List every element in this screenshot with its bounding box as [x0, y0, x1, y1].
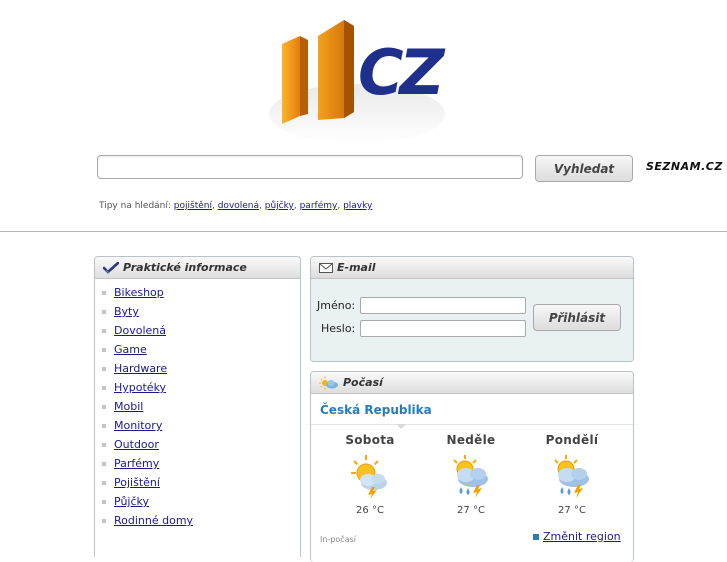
name-label: Jméno:	[317, 299, 356, 312]
weather-icon	[319, 376, 338, 390]
list-item: Bikeshop	[95, 283, 300, 302]
info-panel: Praktické informace Bikeshop Byty Dovole…	[94, 256, 301, 557]
list-item: Rodinné domy	[95, 511, 300, 530]
info-panel-header: Praktické informace	[95, 257, 300, 279]
seznam-logo[interactable]: SEZNAM.CZ	[646, 160, 727, 180]
info-panel-title: Praktické informace	[123, 261, 247, 274]
forecast-day: Pondělí 27 °C	[522, 433, 622, 516]
square-bullet-icon	[533, 534, 539, 540]
password-label: Heslo:	[321, 322, 356, 335]
info-link-dovolena[interactable]: Dovolená	[114, 324, 166, 337]
list-item: Dovolená	[95, 321, 300, 340]
email-panel-title: E-mail	[337, 261, 376, 274]
day-temp: 27 °C	[558, 505, 586, 516]
sun-cloud-storm-icon	[351, 455, 387, 499]
name-field[interactable]	[360, 297, 526, 314]
search-tips-label: Tipy na hledání:	[99, 201, 171, 211]
list-item: Game	[95, 340, 300, 359]
change-region: Změnit region	[533, 530, 621, 543]
tip-link[interactable]: pojištění	[174, 201, 212, 211]
list-item: Mobil	[95, 397, 300, 416]
weather-panel-header: Počasí	[311, 372, 633, 394]
day-temp: 27 °C	[457, 505, 485, 516]
day-temp: 26 °C	[356, 505, 384, 516]
info-list: Bikeshop Byty Dovolená Game Hardware Hyp…	[95, 279, 300, 530]
list-item: Hypotéky	[95, 378, 300, 397]
sun-cloud-rain-storm-icon	[453, 455, 488, 498]
info-link-parfemy[interactable]: Parfémy	[114, 457, 159, 470]
info-link-bikeshop[interactable]: Bikeshop	[114, 286, 164, 299]
search-input[interactable]	[97, 155, 523, 179]
email-panel: E-mail Jméno: Heslo: Přihlásit	[310, 256, 634, 362]
tip-link[interactable]: parfémy	[300, 201, 338, 211]
info-link-monitory[interactable]: Monitory	[114, 419, 162, 432]
email-panel-header: E-mail	[311, 257, 633, 279]
list-item: Hardware	[95, 359, 300, 378]
list-item: Outdoor	[95, 435, 300, 454]
change-region-link[interactable]: Změnit region	[543, 530, 621, 543]
site-logo[interactable]: CZ	[262, 14, 462, 144]
info-link-outdoor[interactable]: Outdoor	[114, 438, 159, 451]
svg-text:CZ: CZ	[358, 36, 446, 109]
list-item: Pojištění	[95, 473, 300, 492]
day-name: Neděle	[446, 433, 496, 447]
forecast-day: Sobota 26 °C	[320, 433, 420, 516]
weather-region: Česká Republika	[320, 403, 432, 417]
weather-source[interactable]: In-počasí	[320, 535, 356, 544]
divider	[0, 231, 727, 232]
search-button[interactable]: Vyhledat	[535, 155, 633, 182]
info-link-pujcky[interactable]: Půjčky	[114, 495, 149, 508]
info-link-pojisteni[interactable]: Pojištění	[114, 476, 160, 489]
info-link-game[interactable]: Game	[114, 343, 147, 356]
tip-link[interactable]: dovolená	[218, 201, 259, 211]
info-link-hardware[interactable]: Hardware	[114, 362, 167, 375]
region-tab-arrow	[396, 424, 406, 429]
info-link-rodinne-domy[interactable]: Rodinné domy	[114, 514, 193, 527]
sun-cloud-rain-storm-icon	[554, 455, 589, 498]
weather-panel-title: Počasí	[343, 376, 383, 389]
search-tips: Tipy na hledání: pojištění, dovolená, pů…	[99, 201, 373, 211]
weather-divider	[311, 424, 633, 425]
day-name: Pondělí	[545, 433, 599, 447]
login-button[interactable]: Přihlásit	[533, 304, 621, 331]
list-item: Monitory	[95, 416, 300, 435]
tip-link[interactable]: půjčky	[265, 201, 294, 211]
info-link-mobil[interactable]: Mobil	[114, 400, 143, 413]
list-item: Parfémy	[95, 454, 300, 473]
envelope-icon	[319, 263, 333, 273]
tip-link[interactable]: plavky	[343, 201, 372, 211]
day-name: Sobota	[345, 433, 395, 447]
forecast-day: Neděle 27 °C	[421, 433, 521, 516]
info-link-hypoteky[interactable]: Hypotéky	[114, 381, 166, 394]
password-field[interactable]	[360, 320, 526, 337]
info-link-byty[interactable]: Byty	[114, 305, 139, 318]
weather-panel: Počasí Česká Republika Sobota 26 °C Nedě…	[310, 371, 634, 562]
checkmark-icon	[103, 262, 119, 274]
list-item: Půjčky	[95, 492, 300, 511]
list-item: Byty	[95, 302, 300, 321]
